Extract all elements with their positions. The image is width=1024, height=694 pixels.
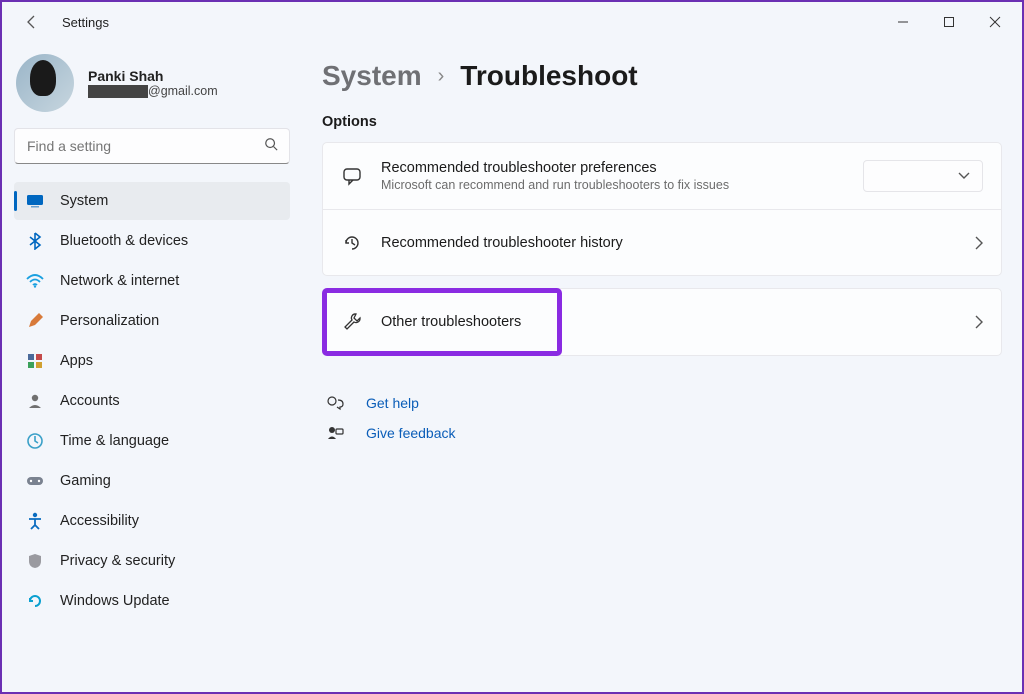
user-card[interactable]: Panki Shah @gmail.com bbox=[16, 54, 290, 112]
sidebar-item-network[interactable]: Network & internet bbox=[14, 262, 290, 300]
chevron-right-icon: › bbox=[438, 65, 445, 88]
breadcrumb-parent[interactable]: System bbox=[322, 60, 422, 92]
give-feedback-link[interactable]: Give feedback bbox=[322, 418, 1002, 448]
section-options-header: Options bbox=[322, 114, 1002, 130]
sidebar-item-label: Network & internet bbox=[60, 273, 179, 289]
user-email: @gmail.com bbox=[88, 84, 218, 98]
card-group-2: Other troubleshooters bbox=[322, 288, 1002, 356]
chevron-right-icon bbox=[975, 315, 983, 329]
link-text: Give feedback bbox=[366, 425, 456, 441]
sidebar-item-label: Personalization bbox=[60, 313, 159, 329]
search-input[interactable] bbox=[14, 128, 290, 164]
personalization-icon bbox=[26, 312, 44, 330]
redacted-block bbox=[88, 85, 148, 98]
card-title: Recommended troubleshooter history bbox=[381, 235, 957, 251]
card-title: Recommended troubleshooter preferences bbox=[381, 160, 845, 176]
get-help-link[interactable]: Get help bbox=[322, 388, 1002, 418]
wrench-icon bbox=[341, 311, 363, 333]
bluetooth-icon bbox=[26, 232, 44, 250]
footer-links: Get help Give feedback bbox=[322, 388, 1002, 448]
sidebar-item-accounts[interactable]: Accounts bbox=[14, 382, 290, 420]
page-title: Troubleshoot bbox=[460, 60, 637, 92]
search-box[interactable] bbox=[14, 128, 290, 164]
sidebar-item-accessibility[interactable]: Accessibility bbox=[14, 502, 290, 540]
sidebar-item-label: Accessibility bbox=[60, 513, 139, 529]
sidebar-item-label: Windows Update bbox=[60, 593, 170, 609]
accounts-icon bbox=[26, 392, 44, 410]
sidebar-item-label: Bluetooth & devices bbox=[60, 233, 188, 249]
sidebar-item-bluetooth[interactable]: Bluetooth & devices bbox=[14, 222, 290, 260]
sidebar-item-windows-update[interactable]: Windows Update bbox=[14, 582, 290, 620]
card-title: Other troubleshooters bbox=[381, 314, 957, 330]
user-name: Panki Shah bbox=[88, 68, 218, 84]
sidebar-item-personalization[interactable]: Personalization bbox=[14, 302, 290, 340]
other-troubleshooters-row[interactable]: Other troubleshooters bbox=[323, 289, 1001, 355]
sidebar-item-time-language[interactable]: Time & language bbox=[14, 422, 290, 460]
maximize-button[interactable] bbox=[926, 7, 972, 37]
card-subtitle: Microsoft can recommend and run troubles… bbox=[381, 178, 845, 192]
sidebar-item-label: Gaming bbox=[60, 473, 111, 489]
gaming-icon bbox=[26, 472, 44, 490]
privacy-icon bbox=[26, 552, 44, 570]
sidebar-item-apps[interactable]: Apps bbox=[14, 342, 290, 380]
sidebar-item-label: Apps bbox=[60, 353, 93, 369]
help-icon bbox=[326, 394, 348, 412]
sidebar-item-gaming[interactable]: Gaming bbox=[14, 462, 290, 500]
sidebar-item-label: Privacy & security bbox=[60, 553, 175, 569]
sidebar-item-privacy[interactable]: Privacy & security bbox=[14, 542, 290, 580]
network-icon bbox=[26, 272, 44, 290]
minimize-button[interactable] bbox=[880, 7, 926, 37]
content-area: System › Troubleshoot Options Recommende… bbox=[302, 42, 1022, 692]
titlebar: Settings bbox=[2, 2, 1022, 42]
nav-list: System Bluetooth & devices Network & int… bbox=[14, 182, 290, 620]
chevron-right-icon bbox=[975, 236, 983, 250]
link-text: Get help bbox=[366, 395, 419, 411]
sidebar-item-system[interactable]: System bbox=[14, 182, 290, 220]
recommended-prefs-row[interactable]: Recommended troubleshooter preferences M… bbox=[323, 143, 1001, 209]
accessibility-icon bbox=[26, 512, 44, 530]
avatar bbox=[16, 54, 74, 112]
chevron-down-icon bbox=[958, 172, 970, 180]
sidebar-item-label: System bbox=[60, 193, 108, 209]
prefs-dropdown[interactable] bbox=[863, 160, 983, 192]
card-group-1: Recommended troubleshooter preferences M… bbox=[322, 142, 1002, 276]
window-title: Settings bbox=[62, 15, 109, 30]
apps-icon bbox=[26, 352, 44, 370]
sidebar: Panki Shah @gmail.com System Bluetooth &… bbox=[2, 42, 302, 692]
sidebar-item-label: Time & language bbox=[60, 433, 169, 449]
history-icon bbox=[341, 232, 363, 254]
time-language-icon bbox=[26, 432, 44, 450]
windows-update-icon bbox=[26, 592, 44, 610]
sidebar-item-label: Accounts bbox=[60, 393, 120, 409]
back-button[interactable] bbox=[24, 14, 42, 30]
search-icon bbox=[264, 137, 278, 151]
speech-bubble-icon bbox=[341, 165, 363, 187]
history-row[interactable]: Recommended troubleshooter history bbox=[323, 209, 1001, 275]
system-icon bbox=[26, 192, 44, 210]
breadcrumb: System › Troubleshoot bbox=[322, 60, 1002, 92]
close-button[interactable] bbox=[972, 7, 1018, 37]
feedback-icon bbox=[326, 424, 348, 442]
